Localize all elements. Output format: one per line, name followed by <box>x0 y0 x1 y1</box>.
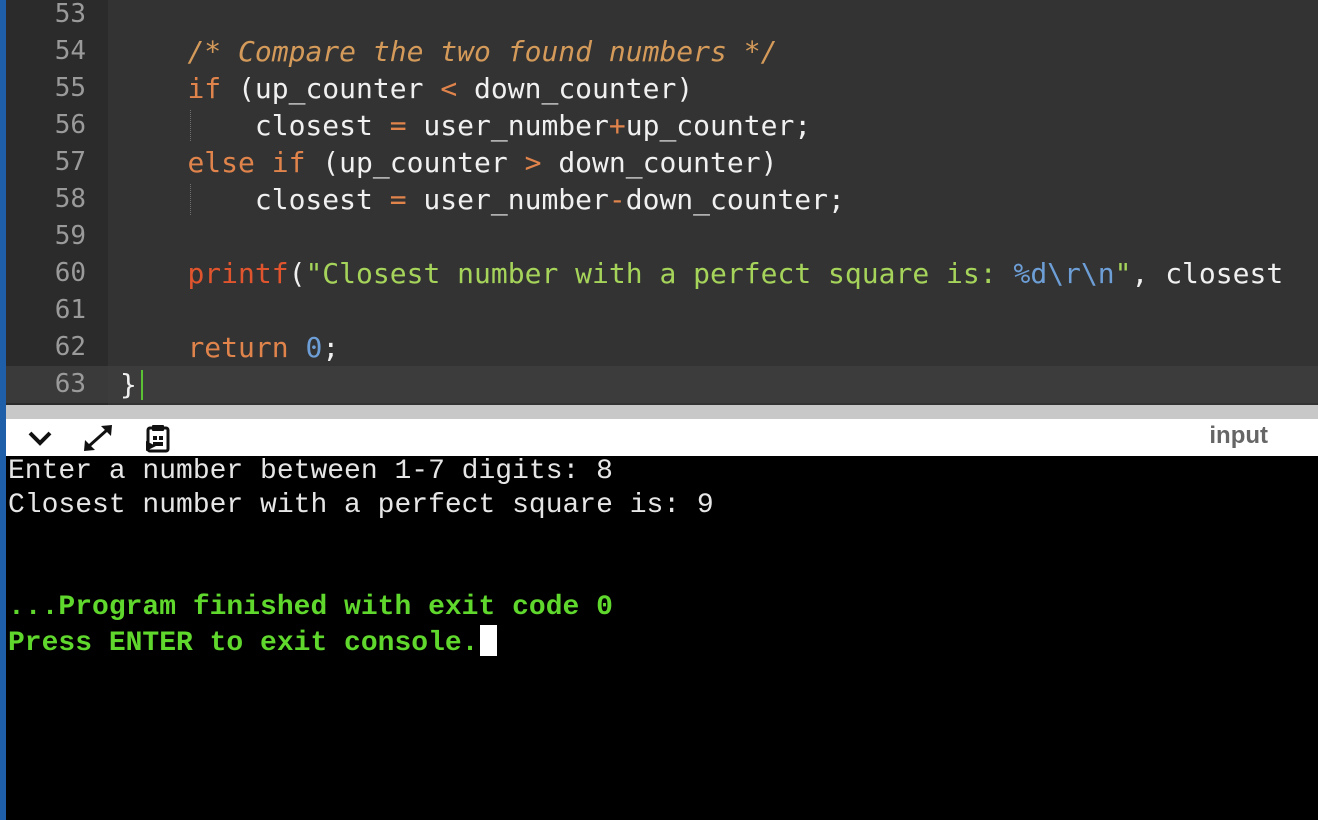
token-keyword: return <box>187 331 289 364</box>
clipboard-icon[interactable] <box>142 423 174 453</box>
gutter-row: 63 <box>6 366 108 403</box>
line-number: 55 <box>54 73 86 103</box>
line-number: 54 <box>54 36 86 66</box>
code-line[interactable]: closest = user_number-down_counter; <box>120 181 845 218</box>
gutter-row: 60 <box>6 255 108 292</box>
gutter-row: 58 <box>6 181 108 218</box>
token-number: 0 <box>305 331 323 364</box>
token-func: printf <box>187 257 289 290</box>
code-line[interactable]: else if (up_counter > down_counter) <box>120 144 777 181</box>
token: (up_counter <box>221 72 441 105</box>
token-string: " <box>1114 257 1132 290</box>
gutter-row: 62 <box>6 329 108 366</box>
token-op: < <box>440 72 458 105</box>
expand-arrows-icon[interactable] <box>82 423 114 453</box>
line-number: 63 <box>54 369 86 399</box>
code-line[interactable]: printf("Closest number with a perfect sq… <box>120 255 1283 292</box>
code-line[interactable]: closest = user_number+up_counter; <box>120 107 811 144</box>
line-number: 57 <box>54 147 86 177</box>
console-line-text: ...Program finished with exit code 0 <box>8 592 613 623</box>
line-number: 59 <box>54 221 86 251</box>
panel-splitter[interactable] <box>6 405 1318 419</box>
gutter-row: 57 <box>6 144 108 181</box>
gutter-row: 56 <box>6 107 108 144</box>
token: up_counter; <box>625 109 812 142</box>
code-line[interactable]: /* Compare the two found numbers */ <box>120 33 777 70</box>
line-number: 62 <box>54 332 86 362</box>
token: closest <box>120 109 390 142</box>
token: ; <box>322 331 340 364</box>
line-number-gutter: 53 54 55 56 57 58 59 60 61 62 63 <box>6 0 108 405</box>
token: user_number <box>406 183 609 216</box>
line-number: 56 <box>54 110 86 140</box>
console-status-line: Press ENTER to exit console. <box>8 625 498 661</box>
indent-guide <box>190 110 191 141</box>
gutter-row: 61 <box>6 292 108 329</box>
token-op: > <box>524 146 542 179</box>
console-toolbar: input <box>6 419 1318 456</box>
line-number: 60 <box>54 258 86 288</box>
token-op: + <box>608 109 626 142</box>
indent-guide <box>190 184 191 215</box>
token-comment: /* Compare the two found numbers */ <box>187 35 778 68</box>
token: down_counter; <box>625 183 845 216</box>
line-number: 58 <box>54 184 86 214</box>
code-editor[interactable]: 53 54 55 56 57 58 59 60 61 62 63 /* Compare the tw… <box>6 0 1318 405</box>
token: (up_counter <box>305 146 525 179</box>
token-keyword: else if <box>187 146 306 179</box>
token: } <box>120 368 137 401</box>
token-keyword: if <box>187 72 222 105</box>
console-line-text: Enter a number between 1-7 digits: 8 <box>8 456 613 487</box>
token-string: "Closest number with a perfect square is… <box>305 257 1014 290</box>
token-op: = <box>389 183 407 216</box>
chevron-down-icon[interactable] <box>24 423 56 453</box>
current-line-highlight <box>108 366 1318 403</box>
text-cursor <box>140 370 143 400</box>
token: , closest <box>1131 257 1284 290</box>
line-number: 53 <box>54 0 86 29</box>
console-cursor <box>480 625 498 656</box>
console-output-line: Closest number with a perfect square is:… <box>8 489 714 523</box>
gutter-row: 55 <box>6 70 108 107</box>
gutter-row: 53 <box>6 0 108 33</box>
token: down_counter) <box>457 72 694 105</box>
console-output-line: Enter a number between 1-7 digits: 8 <box>8 455 613 489</box>
token: closest <box>120 183 390 216</box>
line-number: 61 <box>54 295 86 325</box>
console-line-text: Closest number with a perfect square is:… <box>8 490 714 521</box>
console-status-line: ...Program finished with exit code 0 <box>8 591 613 625</box>
code-line[interactable]: } <box>120 366 137 403</box>
code-area[interactable]: /* Compare the two found numbers */ if (… <box>108 0 1318 405</box>
token-escape: %d\r\n <box>1013 257 1115 290</box>
token: user_number <box>406 109 609 142</box>
console-output[interactable]: Enter a number between 1-7 digits: 8 Clos… <box>6 456 1318 820</box>
gutter-row: 59 <box>6 218 108 255</box>
token: down_counter) <box>541 146 778 179</box>
token: ( <box>288 257 306 290</box>
gutter-row: 54 <box>6 33 108 70</box>
code-line[interactable]: return 0; <box>120 329 339 366</box>
console-line-text: Press ENTER to exit console. <box>8 628 479 659</box>
token-op: = <box>389 109 407 142</box>
input-tab-label[interactable]: input <box>1209 421 1268 451</box>
token-op: - <box>608 183 626 216</box>
code-line[interactable]: if (up_counter < down_counter) <box>120 70 693 107</box>
